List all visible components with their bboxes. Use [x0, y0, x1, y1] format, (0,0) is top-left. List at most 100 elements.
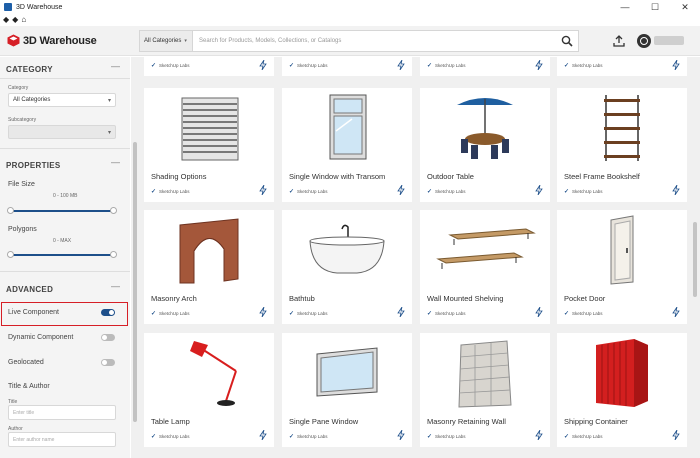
- card-thumbnail[interactable]: [420, 333, 550, 411]
- card-thumbnail[interactable]: [420, 210, 550, 288]
- model-card[interactable]: Table Lamp ✓ SketchUp Labs: [144, 333, 274, 447]
- card-title[interactable]: Table Lamp: [151, 417, 190, 426]
- model-card[interactable]: Single Window with Transom ✓ SketchUp Lab…: [282, 88, 412, 202]
- card-author[interactable]: ✓ SketchUp Labs: [289, 310, 328, 317]
- sidebar-scrollbar[interactable]: [131, 57, 139, 458]
- model-card[interactable]: Pocket Door ✓ SketchUp Labs: [557, 210, 687, 324]
- card-title[interactable]: Masonry Arch: [151, 294, 197, 303]
- card-title[interactable]: Pocket Door: [564, 294, 605, 303]
- card-author[interactable]: ✓ SketchUp Labs: [564, 188, 603, 195]
- card-author[interactable]: ✓ SketchUp Labs: [564, 433, 603, 440]
- card-author[interactable]: ✓ SketchUp Labs: [427, 188, 466, 195]
- check-icon: ✓: [427, 63, 433, 69]
- card-thumbnail[interactable]: [282, 210, 412, 288]
- card-thumbnail[interactable]: [282, 88, 412, 166]
- collapse-category-button[interactable]: —: [111, 61, 120, 71]
- search-button[interactable]: [556, 31, 578, 51]
- card-author[interactable]: ✓ SketchUp Labs: [151, 433, 190, 440]
- sidebar-scroll-thumb[interactable]: [133, 142, 137, 422]
- minimize-button[interactable]: —: [610, 0, 640, 14]
- model-card[interactable]: ✓ SketchUp Labs: [420, 57, 550, 76]
- card-title[interactable]: Steel Frame Bookshelf: [564, 172, 640, 181]
- main-scroll-thumb[interactable]: [693, 222, 697, 297]
- avatar[interactable]: [637, 34, 651, 48]
- card-author[interactable]: ✓ SketchUp Labs: [151, 310, 190, 317]
- card-title[interactable]: Shipping Container: [564, 417, 628, 426]
- card-thumbnail[interactable]: [557, 210, 687, 288]
- card-title[interactable]: Bathtub: [289, 294, 315, 303]
- close-button[interactable]: ✕: [670, 0, 700, 14]
- collapse-properties-button[interactable]: —: [111, 157, 120, 167]
- model-card[interactable]: Masonry Arch ✓ SketchUp Labs: [144, 210, 274, 324]
- forward-icon[interactable]: ◆: [12, 16, 18, 24]
- geolocated-toggle[interactable]: [101, 358, 115, 366]
- model-card[interactable]: Steel Frame Bookshelf ✓ SketchUp Labs: [557, 88, 687, 202]
- card-title[interactable]: Single Pane Window: [289, 417, 358, 426]
- model-card[interactable]: ✓ SketchUp Labs: [557, 57, 687, 76]
- card-author[interactable]: ✓ SketchUp Labs: [151, 188, 190, 195]
- card-author[interactable]: ✓ SketchUp Labs: [289, 188, 328, 195]
- card-author[interactable]: ✓ SketchUp Labs: [427, 433, 466, 440]
- author-input[interactable]: Enter author name: [8, 432, 116, 447]
- model-card[interactable]: Masonry Retaining Wall ✓ SketchUp Labs: [420, 333, 550, 447]
- dynamic-component-toggle[interactable]: [101, 333, 115, 341]
- slider-min-handle[interactable]: [7, 251, 14, 258]
- model-card[interactable]: Single Pane Window ✓ SketchUp Labs: [282, 333, 412, 447]
- slider-max-handle[interactable]: [110, 207, 117, 214]
- card-thumbnail[interactable]: [144, 210, 274, 288]
- app-header: 3D Warehouse All Categories ▾ Search for…: [0, 26, 700, 56]
- subcategory-select[interactable]: ▾: [8, 125, 116, 139]
- card-thumbnail[interactable]: [282, 333, 412, 411]
- card-title[interactable]: Wall Mounted Shelving: [427, 294, 503, 303]
- masonry-arch-image: [179, 218, 239, 284]
- card-author[interactable]: ✓ SketchUp Labs: [151, 62, 190, 69]
- logo[interactable]: 3D Warehouse: [7, 34, 97, 47]
- search-input[interactable]: Search for Products, Models, Collections…: [193, 38, 556, 44]
- dynamic-component-row[interactable]: Dynamic Component: [8, 330, 118, 344]
- slider-max-handle[interactable]: [110, 251, 117, 258]
- card-thumbnail[interactable]: [144, 88, 274, 166]
- home-icon[interactable]: ⌂: [21, 16, 26, 24]
- card-title[interactable]: Shading Options: [151, 172, 206, 181]
- category-select[interactable]: All Categories ▾: [8, 93, 116, 107]
- file-size-slider[interactable]: [7, 207, 117, 214]
- author-name: SketchUp Labs: [297, 311, 328, 316]
- model-card[interactable]: Outdoor Table ✓ SketchUp Labs: [420, 88, 550, 202]
- live-component-icon: [535, 430, 543, 440]
- username-placeholder[interactable]: [654, 36, 684, 45]
- card-thumbnail[interactable]: [420, 88, 550, 166]
- model-card[interactable]: ✓ SketchUp Labs: [282, 57, 412, 76]
- back-icon[interactable]: ◆: [3, 16, 9, 24]
- main-scrollbar[interactable]: [690, 57, 700, 458]
- collapse-advanced-button[interactable]: —: [111, 281, 120, 291]
- card-title[interactable]: Single Window with Transom: [289, 172, 385, 181]
- maximize-button[interactable]: ☐: [640, 0, 670, 14]
- author-name: SketchUp Labs: [159, 63, 190, 68]
- model-card[interactable]: ✓ SketchUp Labs: [144, 57, 274, 76]
- card-author[interactable]: ✓ SketchUp Labs: [427, 62, 466, 69]
- card-thumbnail[interactable]: [557, 88, 687, 166]
- polygons-slider[interactable]: [7, 251, 117, 258]
- category-dropdown[interactable]: All Categories ▾: [140, 31, 193, 51]
- live-component-icon: [535, 307, 543, 317]
- model-card[interactable]: Shading Options ✓ SketchUp Labs: [144, 88, 274, 202]
- card-title[interactable]: Outdoor Table: [427, 172, 474, 181]
- card-author[interactable]: ✓ SketchUp Labs: [427, 310, 466, 317]
- live-component-highlight: [1, 302, 128, 326]
- card-author[interactable]: ✓ SketchUp Labs: [289, 433, 328, 440]
- chevron-down-icon: ▾: [107, 130, 111, 136]
- model-card[interactable]: Shipping Container ✓ SketchUp Labs: [557, 333, 687, 447]
- upload-icon[interactable]: [612, 34, 626, 48]
- card-title[interactable]: Masonry Retaining Wall: [427, 417, 506, 426]
- card-thumbnail[interactable]: [144, 333, 274, 411]
- card-author[interactable]: ✓ SketchUp Labs: [289, 62, 328, 69]
- card-author[interactable]: ✓ SketchUp Labs: [564, 62, 603, 69]
- title-input[interactable]: Enter title: [8, 405, 116, 420]
- card-author[interactable]: ✓ SketchUp Labs: [564, 310, 603, 317]
- model-card[interactable]: Wall Mounted Shelving ✓ SketchUp Labs: [420, 210, 550, 324]
- slider-min-handle[interactable]: [7, 207, 14, 214]
- geolocated-row[interactable]: Geolocated: [8, 355, 118, 369]
- model-card[interactable]: Bathtub ✓ SketchUp Labs: [282, 210, 412, 324]
- card-thumbnail[interactable]: [557, 333, 687, 411]
- live-component-icon: [672, 307, 680, 317]
